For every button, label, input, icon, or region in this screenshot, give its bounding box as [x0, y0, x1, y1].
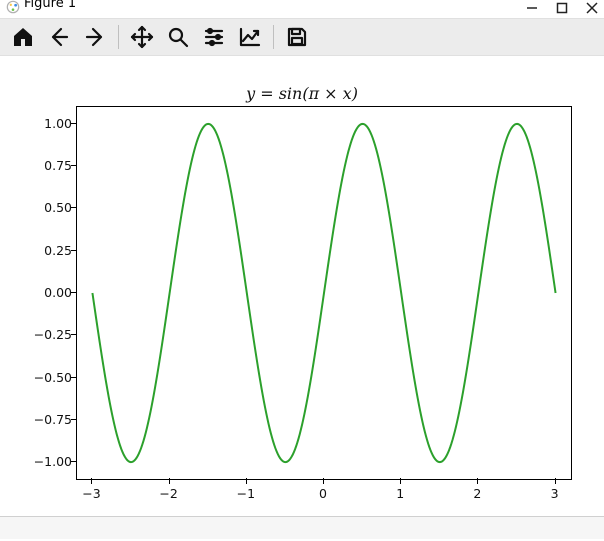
forward-button[interactable] — [78, 22, 112, 52]
home-button[interactable] — [6, 22, 40, 52]
arrow-right-icon — [83, 25, 107, 49]
configure-subplots-button[interactable] — [197, 22, 231, 52]
x-tick-label: 1 — [386, 486, 414, 501]
x-tick-label: −1 — [232, 486, 260, 501]
minimize-button[interactable] — [526, 2, 538, 14]
home-icon — [11, 25, 35, 49]
pan-button[interactable] — [125, 22, 159, 52]
move-icon — [130, 25, 154, 49]
y-tick-label: 0.25 — [12, 243, 72, 258]
save-button[interactable] — [280, 22, 314, 52]
y-tick-label: −0.50 — [12, 370, 72, 385]
plot-area — [76, 106, 572, 480]
chart-canvas[interactable]: y = sin(π × x) −1.00 −0.75 −0.50 −0.25 0.00 0… — [0, 56, 604, 516]
zoom-button[interactable] — [161, 22, 195, 52]
x-tick-label: −2 — [155, 486, 183, 501]
status-bar — [0, 516, 604, 539]
save-icon — [285, 25, 309, 49]
app-icon — [6, 0, 20, 14]
maximize-button[interactable] — [556, 2, 568, 14]
sliders-icon — [202, 25, 226, 49]
y-tick-label: 0.50 — [12, 200, 72, 215]
titlebar: Figure 1 — [0, 0, 604, 14]
y-tick-label: −0.75 — [12, 412, 72, 427]
edit-axes-button[interactable] — [233, 22, 267, 52]
zoom-icon — [166, 25, 190, 49]
toolbar — [0, 18, 604, 56]
close-button[interactable] — [586, 2, 598, 14]
chart-line-icon — [238, 25, 262, 49]
y-tick-label: 1.00 — [12, 116, 72, 131]
x-tick-label: 3 — [541, 486, 569, 501]
y-tick-label: −1.00 — [12, 454, 72, 469]
x-tick-label: 0 — [309, 486, 337, 501]
y-tick-label: 0.00 — [12, 285, 72, 300]
x-tick-label: −3 — [77, 486, 105, 501]
chart-title: y = sin(π × x) — [0, 84, 604, 103]
toolbar-separator — [273, 25, 274, 49]
arrow-left-icon — [47, 25, 71, 49]
x-tick-label: 2 — [463, 486, 491, 501]
back-button[interactable] — [42, 22, 76, 52]
toolbar-separator — [118, 25, 119, 49]
window-title: Figure 1 — [24, 0, 76, 11]
y-tick-label: −0.25 — [12, 327, 72, 342]
y-tick-label: 0.75 — [12, 158, 72, 173]
line-series — [77, 107, 571, 479]
